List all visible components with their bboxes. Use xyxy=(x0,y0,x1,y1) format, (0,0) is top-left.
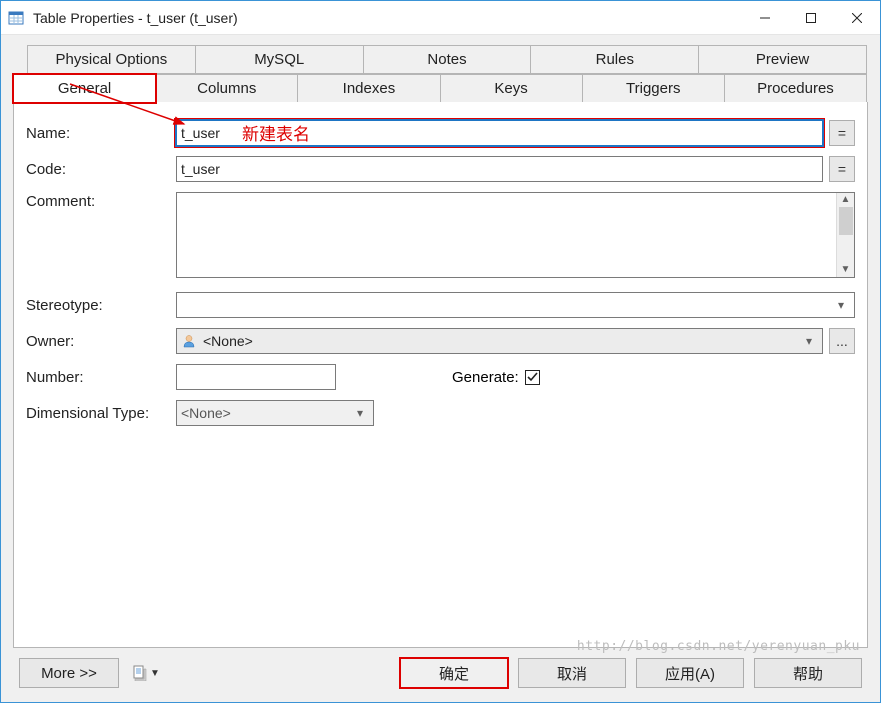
tab-columns[interactable]: Columns xyxy=(155,74,298,103)
close-button[interactable] xyxy=(834,1,880,34)
tab-triggers[interactable]: Triggers xyxy=(582,74,725,103)
comment-label: Comment: xyxy=(26,192,176,210)
client-area: Physical Options MySQL Notes Rules Previ… xyxy=(1,35,880,702)
name-input[interactable] xyxy=(176,120,823,146)
comment-scrollbar[interactable]: ▲ ▼ xyxy=(836,193,854,277)
scroll-up-icon[interactable]: ▲ xyxy=(841,195,851,205)
row-dimtype: Dimensional Type: <None> ▾ xyxy=(26,400,855,426)
scroll-down-icon[interactable]: ▼ xyxy=(841,265,851,275)
dimtype-label: Dimensional Type: xyxy=(26,404,176,422)
row-stereotype: Stereotype: ▾ xyxy=(26,292,855,318)
cancel-button[interactable]: 取消 xyxy=(518,658,626,688)
name-equals-button[interactable]: = xyxy=(829,120,855,146)
number-input[interactable] xyxy=(176,364,336,390)
name-label: Name: xyxy=(26,124,176,142)
title-bar: Table Properties - t_user (t_user) xyxy=(1,1,880,35)
row-name: Name: = xyxy=(26,120,855,146)
tab-general[interactable]: General xyxy=(13,74,156,103)
code-input[interactable] xyxy=(176,156,823,182)
tab-preview[interactable]: Preview xyxy=(698,45,867,74)
owner-value: <None> xyxy=(203,333,800,349)
window-controls xyxy=(742,1,880,34)
tab-notes[interactable]: Notes xyxy=(363,45,532,74)
tab-keys[interactable]: Keys xyxy=(440,74,583,103)
chevron-down-icon: ▾ xyxy=(832,298,850,312)
generate-label: Generate: xyxy=(452,369,519,386)
tabs: Physical Options MySQL Notes Rules Previ… xyxy=(13,45,868,648)
owner-browse-button[interactable]: ... xyxy=(829,328,855,354)
more-button[interactable]: More >> xyxy=(19,658,119,688)
code-equals-button[interactable]: = xyxy=(829,156,855,182)
dimtype-combo[interactable]: <None> ▾ xyxy=(176,400,374,426)
tab-indexes[interactable]: Indexes xyxy=(297,74,440,103)
tab-rules[interactable]: Rules xyxy=(530,45,699,74)
dimtype-value: <None> xyxy=(181,405,351,421)
tab-row-lower: General Columns Indexes Keys Triggers Pr… xyxy=(13,74,866,103)
chevron-down-icon: ▾ xyxy=(351,406,369,420)
row-owner: Owner: <None> ▾ ... xyxy=(26,328,855,354)
scroll-thumb[interactable] xyxy=(839,207,853,235)
tab-physical-options[interactable]: Physical Options xyxy=(27,45,196,74)
chevron-down-icon: ▾ xyxy=(800,334,818,348)
document-icon xyxy=(132,665,148,681)
tab-row-upper: Physical Options MySQL Notes Rules Previ… xyxy=(27,45,866,74)
toolbar-dropdown-button[interactable]: ▼ xyxy=(129,658,163,688)
tab-procedures[interactable]: Procedures xyxy=(724,74,867,103)
row-code: Code: = xyxy=(26,156,855,182)
ok-button[interactable]: 确定 xyxy=(400,658,508,688)
stereotype-label: Stereotype: xyxy=(26,296,176,314)
stereotype-combo[interactable]: ▾ xyxy=(176,292,855,318)
row-comment: Comment: ▲ ▼ xyxy=(26,192,855,278)
maximize-button[interactable] xyxy=(788,1,834,34)
minimize-button[interactable] xyxy=(742,1,788,34)
app-icon xyxy=(7,9,25,27)
tab-mysql[interactable]: MySQL xyxy=(195,45,364,74)
row-number: Number: Generate: xyxy=(26,364,855,390)
help-button[interactable]: 帮助 xyxy=(754,658,862,688)
number-label: Number: xyxy=(26,368,176,386)
window: Table Properties - t_user (t_user) Physi… xyxy=(0,0,881,703)
owner-combo[interactable]: <None> ▾ xyxy=(176,328,823,354)
comment-textarea[interactable]: ▲ ▼ xyxy=(176,192,855,278)
generate-checkbox[interactable] xyxy=(525,370,540,385)
apply-button[interactable]: 应用(A) xyxy=(636,658,744,688)
tab-body-general: 新建表名 Name: = Code: = xyxy=(13,102,868,648)
chevron-down-icon: ▼ xyxy=(150,668,160,679)
owner-label: Owner: xyxy=(26,332,176,350)
button-bar: More >> ▼ 确定 取消 应用(A) 帮助 xyxy=(13,648,868,694)
user-icon xyxy=(181,333,197,349)
code-label: Code: xyxy=(26,160,176,178)
window-title: Table Properties - t_user (t_user) xyxy=(33,10,742,26)
